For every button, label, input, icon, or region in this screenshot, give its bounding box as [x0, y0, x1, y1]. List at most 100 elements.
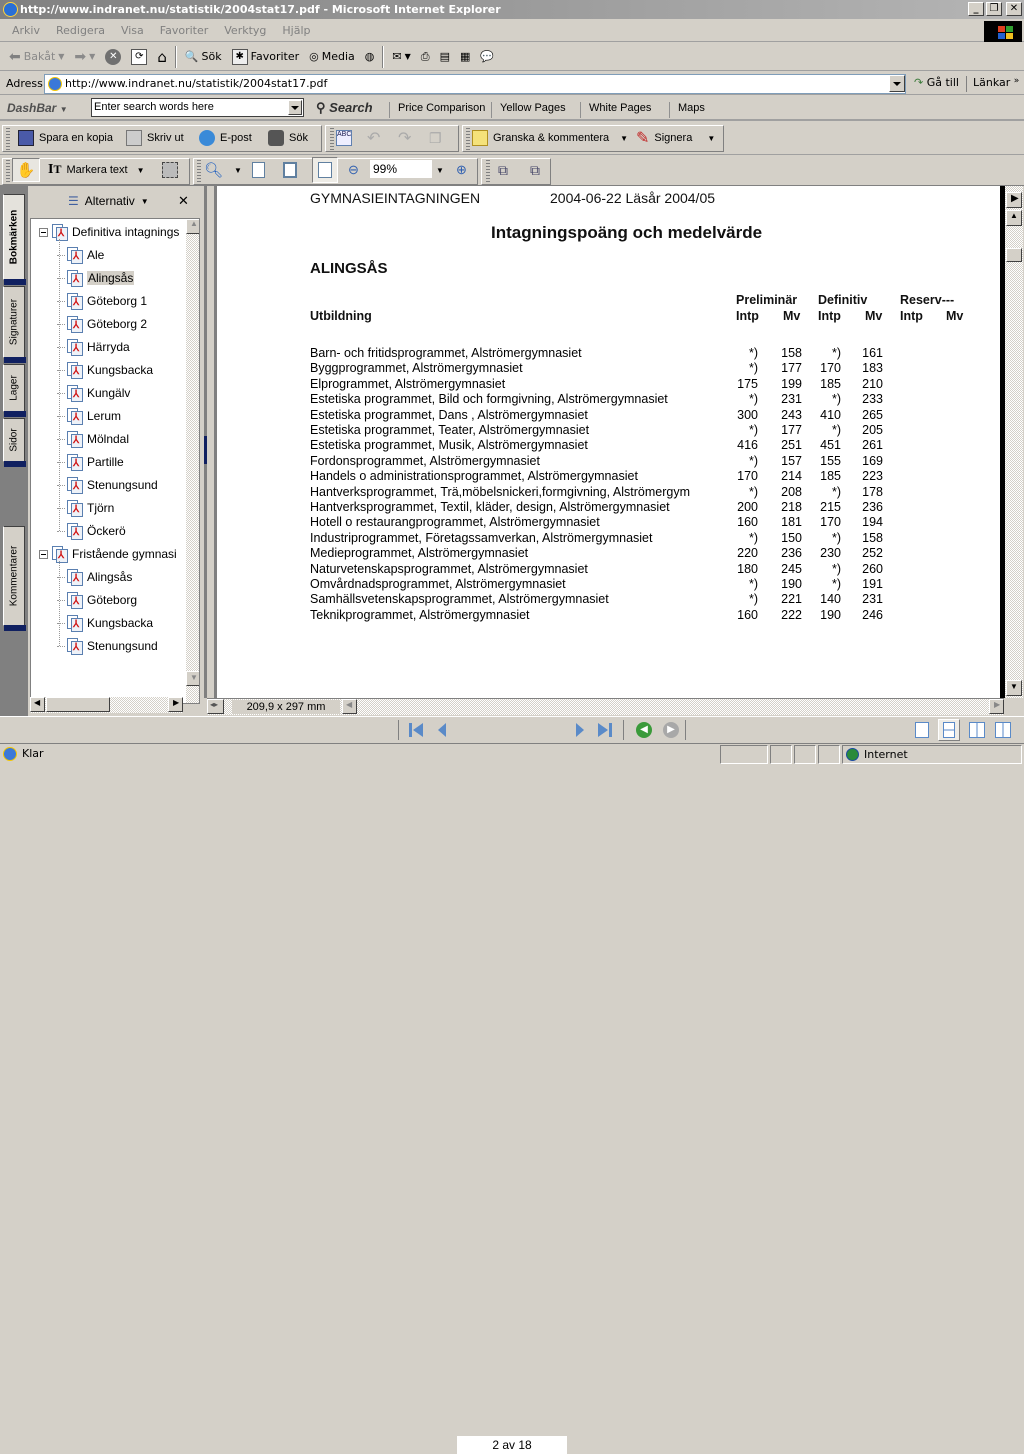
scroll-left-button[interactable]: ◀: [342, 699, 357, 714]
scroll-down-button[interactable]: ▼: [1006, 680, 1022, 696]
bookmark-item[interactable]: ⅄ Stenungsund: [57, 635, 158, 657]
menu-verktyg[interactable]: Verktyg: [216, 24, 274, 37]
dashbar-menu[interactable]: DashBar ▼: [7, 101, 68, 115]
toolbar-grip[interactable]: [197, 160, 201, 182]
zoom-out-button[interactable]: ⊖: [348, 158, 359, 182]
links-button[interactable]: Länkar »: [966, 76, 1019, 92]
tab-layers[interactable]: Lager: [3, 364, 26, 417]
price-comparison-link[interactable]: Price Comparison: [389, 102, 485, 118]
horizontal-scroll-thumb[interactable]: [46, 697, 110, 712]
options-menu-button[interactable]: ☰ Alternativ ▼: [68, 194, 149, 208]
go-back-view-button[interactable]: ◀: [636, 722, 652, 738]
snapshot-tool-button[interactable]: [162, 158, 178, 182]
save-copy-button[interactable]: Spara en kopia: [18, 126, 113, 150]
bookmark-item[interactable]: ⅄ Göteborg: [57, 589, 137, 611]
close-button[interactable]: ✕: [1006, 2, 1022, 16]
next-page-button[interactable]: [573, 721, 587, 739]
scroll-left-button[interactable]: ◀: [30, 697, 45, 712]
tab-signatures[interactable]: Signaturer: [3, 286, 26, 363]
review-comment-button[interactable]: Granska & kommentera ▼: [472, 126, 628, 150]
actual-size-button[interactable]: [252, 158, 265, 182]
scroll-up-button[interactable]: ▲: [186, 219, 199, 234]
mail-button[interactable]: ✉ ▼: [387, 45, 415, 69]
bookmark-item[interactable]: ⅄ Härryda: [57, 336, 130, 358]
continuous-facing-layout-button[interactable]: [995, 722, 1011, 738]
restore-button[interactable]: ❐: [986, 2, 1002, 16]
toolbar-grip[interactable]: [6, 128, 10, 150]
bookmark-item[interactable]: ⅄ Mölndal: [57, 428, 129, 450]
toolbar-grip[interactable]: [486, 160, 490, 182]
scroll-right-button[interactable]: ▶: [989, 699, 1004, 714]
favorites-button[interactable]: ✱ Favoriter: [227, 45, 304, 69]
white-pages-link[interactable]: White Pages: [580, 102, 651, 118]
last-page-button[interactable]: [597, 721, 615, 739]
search-button[interactable]: 🔍 Sök: [180, 45, 227, 69]
dashbar-search-dropdown[interactable]: [288, 100, 302, 115]
menu-favoriter[interactable]: Favoriter: [152, 24, 216, 37]
pane-splitter[interactable]: [204, 186, 214, 716]
zoom-in-tool-button[interactable]: 🔍︎ ▼: [204, 158, 242, 182]
bookmark-tree-horizontal-scrollbar[interactable]: ◀ ▶: [30, 697, 183, 713]
collapse-toggle-icon[interactable]: [39, 549, 48, 559]
forward-button[interactable]: ➡ ▼: [69, 45, 100, 69]
address-dropdown[interactable]: [889, 75, 905, 92]
discuss-button[interactable]: ▦: [455, 45, 475, 69]
close-pane-button[interactable]: ✕: [178, 193, 189, 209]
messenger-button[interactable]: 💬: [475, 45, 499, 69]
tab-bookmarks[interactable]: Bokmärken: [3, 194, 26, 285]
bookmark-item[interactable]: ⅄ Kungälv: [57, 382, 130, 404]
maps-link[interactable]: Maps: [669, 102, 705, 118]
bookmark-item[interactable]: ⅄ Ale: [57, 244, 104, 266]
select-text-tool-button[interactable]: IT Markera text ▼: [48, 158, 145, 182]
bookmark-item[interactable]: ⅄ Göteborg 1: [57, 290, 147, 312]
bookmark-tree-vertical-scrollbar[interactable]: ▲ ▼: [186, 219, 199, 703]
bookmark-item[interactable]: ⅄ Kungsbacka: [57, 359, 153, 381]
bookmark-item[interactable]: ⅄ Lerum: [57, 405, 121, 427]
media-button[interactable]: ◎ Media: [304, 45, 360, 69]
email-button[interactable]: E-post: [199, 126, 252, 150]
yellow-pages-link[interactable]: Yellow Pages: [491, 102, 566, 118]
redo-button[interactable]: ↷: [398, 126, 411, 150]
menu-visa[interactable]: Visa: [113, 24, 152, 37]
scroll-right-button[interactable]: ▶: [168, 697, 183, 712]
bookmark-item[interactable]: ⅄ Stenungsund: [57, 474, 158, 496]
bookmark-item[interactable]: ⅄ Göteborg 2: [57, 313, 147, 335]
hand-tool-button[interactable]: ✋: [12, 158, 40, 182]
rotate-clockwise-button[interactable]: ⧉: [498, 158, 508, 182]
fit-page-button[interactable]: [283, 158, 297, 182]
sign-button[interactable]: ✎ Signera ▼: [636, 126, 715, 150]
menu-hjalp[interactable]: Hjälp: [274, 24, 318, 37]
first-page-button[interactable]: [408, 721, 426, 739]
bookmark-group[interactable]: ⅄ Definitiva intagnings: [39, 221, 179, 243]
bookmark-item[interactable]: ⅄ Partille: [57, 451, 124, 473]
splitter-grip[interactable]: [204, 436, 207, 464]
vertical-scroll-thumb[interactable]: [1006, 248, 1022, 262]
toolbar-grip[interactable]: [466, 128, 470, 150]
dashbar-search-button[interactable]: ⚲ Search: [316, 100, 373, 116]
split-handle[interactable]: ◂▸: [207, 699, 224, 714]
single-page-layout-button[interactable]: [915, 722, 929, 738]
scroll-up-button[interactable]: ▲: [1006, 210, 1022, 226]
go-forward-view-button[interactable]: ▶: [663, 722, 679, 738]
go-button[interactable]: ↷ Gå till: [914, 76, 959, 89]
dashbar-search-input[interactable]: Enter search words here: [91, 98, 304, 117]
menu-arkiv[interactable]: Arkiv: [4, 24, 48, 37]
zoom-in-button[interactable]: ⊕: [456, 158, 467, 182]
edit-button[interactable]: ▤: [435, 45, 455, 69]
find-button[interactable]: Sök: [268, 126, 308, 150]
bookmark-item[interactable]: ⅄ Alingsås: [57, 267, 135, 289]
print-button[interactable]: Skriv ut: [126, 126, 184, 150]
tab-comments[interactable]: Kommentarer: [3, 526, 26, 631]
page-number-input[interactable]: 2 av 18: [457, 1436, 567, 1454]
back-button[interactable]: ⬅ Bakåt ▼: [4, 45, 69, 69]
previous-page-button[interactable]: [436, 721, 450, 739]
next-page-arrow-button[interactable]: ▶: [1006, 192, 1022, 208]
home-button[interactable]: ⌂: [152, 45, 172, 69]
rotate-counterclockwise-button[interactable]: ⧉: [530, 158, 540, 182]
undo-button[interactable]: ↶: [367, 126, 380, 150]
toolbar-grip[interactable]: [6, 160, 10, 182]
bookmark-item[interactable]: ⅄ Tjörn: [57, 497, 114, 519]
facing-layout-button[interactable]: [969, 722, 985, 738]
address-input[interactable]: http://www.indranet.nu/statistik/2004sta…: [44, 74, 906, 94]
fit-width-button[interactable]: [312, 157, 338, 183]
